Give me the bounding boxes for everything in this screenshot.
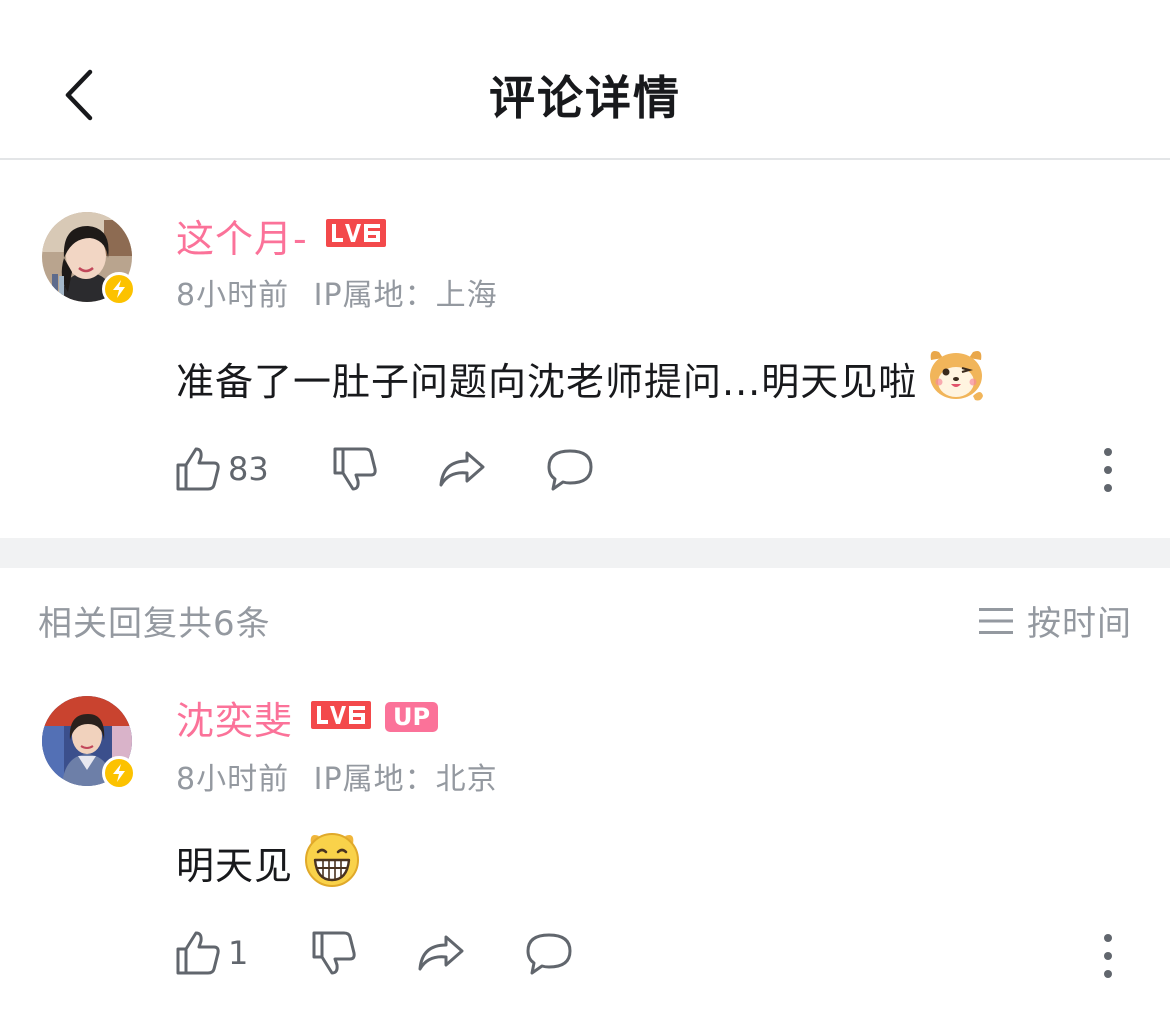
thumbs-down-icon — [312, 931, 357, 975]
verified-badge-icon — [102, 756, 136, 790]
like-count: 1 — [228, 934, 249, 972]
comment-meta: 8小时前 IP属地：上海 — [176, 270, 498, 314]
thumbs-up-icon — [176, 447, 220, 491]
comment-body: 准备了一肚子问题向沈老师提问...明天见啦 — [176, 360, 918, 404]
share-icon — [418, 935, 464, 971]
username-row: 沈奕斐 UP — [176, 690, 439, 745]
reply-count-label: 相关回复共6条 — [38, 604, 271, 644]
comment-actions: 1 — [174, 928, 574, 978]
sort-by-time-button[interactable]: 按时间 — [979, 596, 1132, 645]
page-title: 评论详情 — [489, 71, 681, 125]
avatar[interactable] — [42, 696, 136, 790]
like-button[interactable]: 83 — [174, 445, 269, 493]
ip-location: IP属地：北京 — [313, 762, 498, 797]
more-options-button[interactable] — [1096, 934, 1120, 978]
level-badge-icon — [325, 218, 386, 252]
comment-text[interactable]: 明天见 — [176, 828, 363, 897]
uploader-badge: UP — [385, 702, 439, 732]
more-options-button[interactable] — [1096, 448, 1120, 492]
ip-location: IP属地：上海 — [313, 278, 498, 313]
thumbs-down-icon — [333, 447, 377, 491]
like-count: 83 — [228, 450, 269, 488]
username[interactable]: 这个月- — [176, 208, 308, 263]
replies-header: 相关回复共6条 按时间 — [0, 596, 1170, 646]
comment-time: 8小时前 — [176, 762, 290, 797]
list-sort-icon — [979, 607, 1013, 634]
dislike-button[interactable] — [310, 929, 358, 977]
dislike-button[interactable] — [331, 445, 379, 493]
grin-emoji-icon — [301, 828, 363, 897]
thumbs-up-icon — [176, 931, 220, 975]
share-button[interactable] — [437, 445, 487, 493]
hamster-wink-emoji-icon — [925, 346, 987, 411]
sort-label: 按时间 — [1027, 604, 1132, 644]
reply-button[interactable] — [524, 929, 574, 977]
comment-text[interactable]: 准备了一肚子问题向沈老师提问...明天见啦 — [176, 346, 987, 411]
comment-bubble-icon — [547, 449, 593, 491]
share-button[interactable] — [416, 929, 466, 977]
username[interactable]: 沈奕斐 — [176, 690, 293, 745]
level-badge-icon — [311, 700, 372, 734]
like-button[interactable]: 1 — [174, 929, 248, 977]
top-nav-bar: 评论详情 — [0, 0, 1170, 160]
username-row: 这个月- — [176, 208, 386, 263]
comment-meta: 8小时前 IP属地：北京 — [176, 754, 498, 798]
avatar[interactable] — [42, 212, 136, 306]
reply-button[interactable] — [545, 445, 595, 493]
section-divider — [0, 538, 1170, 568]
comment-time: 8小时前 — [176, 278, 290, 313]
verified-badge-icon — [102, 272, 136, 306]
comment-bubble-icon — [526, 933, 572, 975]
comment-body: 明天见 — [176, 844, 294, 888]
share-icon — [439, 451, 485, 487]
comment-actions: 83 — [174, 444, 595, 494]
